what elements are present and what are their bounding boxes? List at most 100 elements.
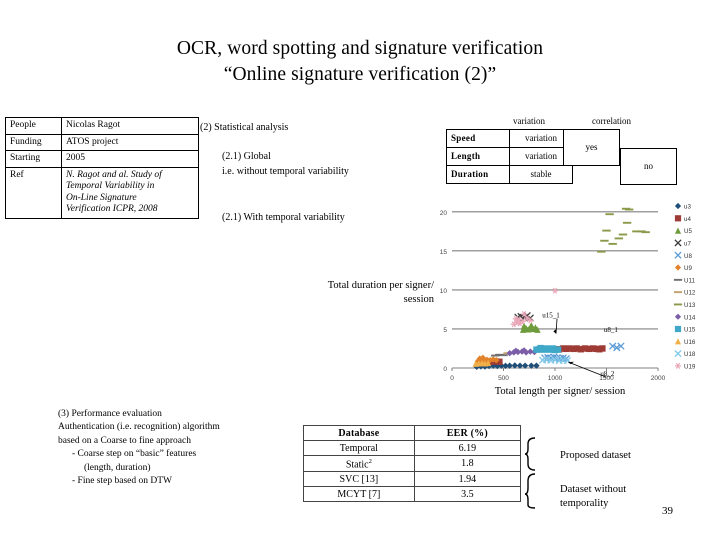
chart-legend-item-u4: u4 <box>674 215 691 223</box>
scatter-chart: 0 5 10 15 20 0 500 1000 1500 2000 u15_1 u8_2 u8_1 u3 u… <box>426 196 720 396</box>
svg-text:U18: U18 <box>684 351 696 358</box>
results-db-mcyt: MCYT [7] <box>303 486 415 503</box>
caption-dwt-line-2: temporality <box>560 498 609 510</box>
vc-correlation-yes: yes <box>563 129 620 166</box>
info-key-funding: Funding <box>5 133 62 152</box>
table-row: Ref N. Ragot and al. Study of Temporal V… <box>5 166 199 220</box>
table-row: Speed variation <box>446 129 573 148</box>
info-value-ref: N. Ragot and al. Study of Temporal Varia… <box>61 166 199 220</box>
caption-dwt-line-1: Dataset without <box>560 484 627 495</box>
ref-line: Temporal Variability in <box>66 181 155 192</box>
table-row: Temporal 6.19 <box>303 440 522 456</box>
chart-y-axis-label: Total duration per signer/ session <box>322 279 434 307</box>
results-db-temporal: Temporal <box>303 440 415 456</box>
svg-text:1000: 1000 <box>548 375 563 382</box>
step-2-label: (2) Statistical analysis <box>200 122 289 133</box>
svg-text:10: 10 <box>440 288 448 295</box>
chart-series-U14 <box>506 347 538 357</box>
vc-head-correlation: correlation <box>592 116 631 126</box>
vc-value-duration: stable <box>509 165 573 184</box>
svg-text:U16: U16 <box>684 339 696 346</box>
vc-header-row: variation correlation <box>446 116 631 129</box>
chart-legend-item-U5: U5 <box>674 227 692 235</box>
svg-text:U12: U12 <box>684 290 696 297</box>
project-info-table: People Nicolas Ragot Funding ATOS projec… <box>5 117 199 220</box>
perf-line-3: based on a Coarse to fine approach <box>58 435 191 446</box>
vc-label-speed: Speed <box>446 129 510 148</box>
info-key-starting: Starting <box>5 150 62 168</box>
svg-text:U14: U14 <box>684 314 696 321</box>
chart-annotation-u8_1: u8_1 <box>604 326 619 334</box>
table-row: Starting 2005 <box>5 150 199 168</box>
brace-dataset-without-temporality-icon <box>524 473 536 509</box>
perf-bullet-1-sub: (length, duration) <box>84 462 151 473</box>
slide-root: OCR, word spotting and signature verific… <box>0 0 720 540</box>
perf-line-2: Authentication (i.e. recognition) algori… <box>58 422 220 433</box>
chart-series-U13 <box>597 207 650 253</box>
svg-text:2000: 2000 <box>651 375 666 382</box>
svg-text:u3: u3 <box>684 204 691 211</box>
svg-text:15: 15 <box>440 249 448 256</box>
results-db-static-text: Static <box>345 458 369 470</box>
caption-dataset-without-temporality: Dataset without temporality <box>560 483 626 511</box>
info-value-people: Nicolas Ragot <box>61 117 199 135</box>
ref-line: On-Line Signature <box>66 192 137 203</box>
svg-text:U11: U11 <box>684 277 695 284</box>
title-line-2: “Online signature verification (2)” <box>223 64 497 86</box>
svg-text:U8: U8 <box>684 253 692 260</box>
chart-legend-item-U15: U15 <box>674 325 696 334</box>
dataset-braces <box>524 437 536 509</box>
results-db-static: Static2 <box>303 454 415 473</box>
chart-legend-item-U13: U13 <box>673 302 696 309</box>
caption-proposed-dataset: Proposed dataset <box>560 450 631 461</box>
info-value-funding: ATOS project <box>61 133 199 152</box>
chart-legend-item-U12: U12 <box>673 290 696 297</box>
chart-legend-item-u7: u7 <box>674 239 691 248</box>
svg-text:U5: U5 <box>684 228 692 235</box>
table-row: SVC [13] 1.94 <box>303 471 522 488</box>
svg-text:u7: u7 <box>684 241 691 248</box>
step-2-1-global: (2.1) Global i.e. without temporal varia… <box>222 150 349 179</box>
ref-line: N. Ragot and al. Study of <box>66 169 162 180</box>
table-header-row: Database EER (%) <box>303 425 522 441</box>
svg-text:20: 20 <box>440 210 448 217</box>
variation-correlation-table: variation correlation Speed variation Le… <box>446 116 677 185</box>
results-table: Database EER (%) Temporal 6.19 Static2 1… <box>303 425 522 503</box>
ref-line: Verification ICPR, 2008 <box>66 204 158 215</box>
vc-label-length: Length <box>446 147 510 166</box>
vc-label-duration: Duration <box>446 165 510 184</box>
svg-text:U13: U13 <box>684 302 696 309</box>
chart-series-U19 <box>510 287 559 328</box>
vc-main-table: Speed variation Length variation Duratio… <box>446 129 573 184</box>
svg-text:U9: U9 <box>684 265 692 272</box>
chart-annotation-u15_1: u15_1 <box>542 312 560 320</box>
title-line-1: OCR, word spotting and signature verific… <box>176 38 544 59</box>
perf-bullet-2: - Fine step based on DTW <box>72 476 172 487</box>
results-header-database: Database <box>303 425 415 441</box>
chart-annotation-u8_2: u8_2 <box>600 370 615 378</box>
scatter-chart-svg: 051015200 500 1000 1500 2000u15_1u8_2u8_1u3u… <box>440 202 696 382</box>
chart-legend-item-U18: U18 <box>674 350 696 358</box>
table-row: People Nicolas Ragot <box>5 117 199 135</box>
step-2-1-temporal: (2.1) With temporal variability <box>222 212 345 223</box>
table-row: Duration stable <box>446 165 573 184</box>
results-eer-static: 1.8 <box>413 454 522 473</box>
brace-proposed-dataset-icon <box>524 437 536 471</box>
info-value-starting: 2005 <box>61 150 199 168</box>
chart-legend-item-U11: U11 <box>673 277 695 284</box>
chart-legend-item-U9: U9 <box>674 264 692 272</box>
table-row: MCYT [7] 3.5 <box>303 486 522 503</box>
results-header-eer: EER (%) <box>413 425 522 441</box>
svg-text:0: 0 <box>443 366 447 373</box>
step-2-1-line-1: (2.1) Global <box>222 151 271 162</box>
table-row: Funding ATOS project <box>5 133 199 152</box>
perf-heading: (3) Performance evaluation <box>58 409 162 419</box>
table-row: Static2 1.8 <box>303 454 522 473</box>
info-key-ref: Ref <box>5 166 62 220</box>
chart-x-axis-label-text: Total length per signer/ session <box>494 386 626 397</box>
chart-legend-item-U16: U16 <box>674 338 696 346</box>
svg-text:5: 5 <box>443 327 447 334</box>
chart-y-axis-label-text: Total duration per signer/ session <box>327 280 434 306</box>
page-number: 39 <box>662 505 673 517</box>
svg-text:U19: U19 <box>684 364 696 371</box>
